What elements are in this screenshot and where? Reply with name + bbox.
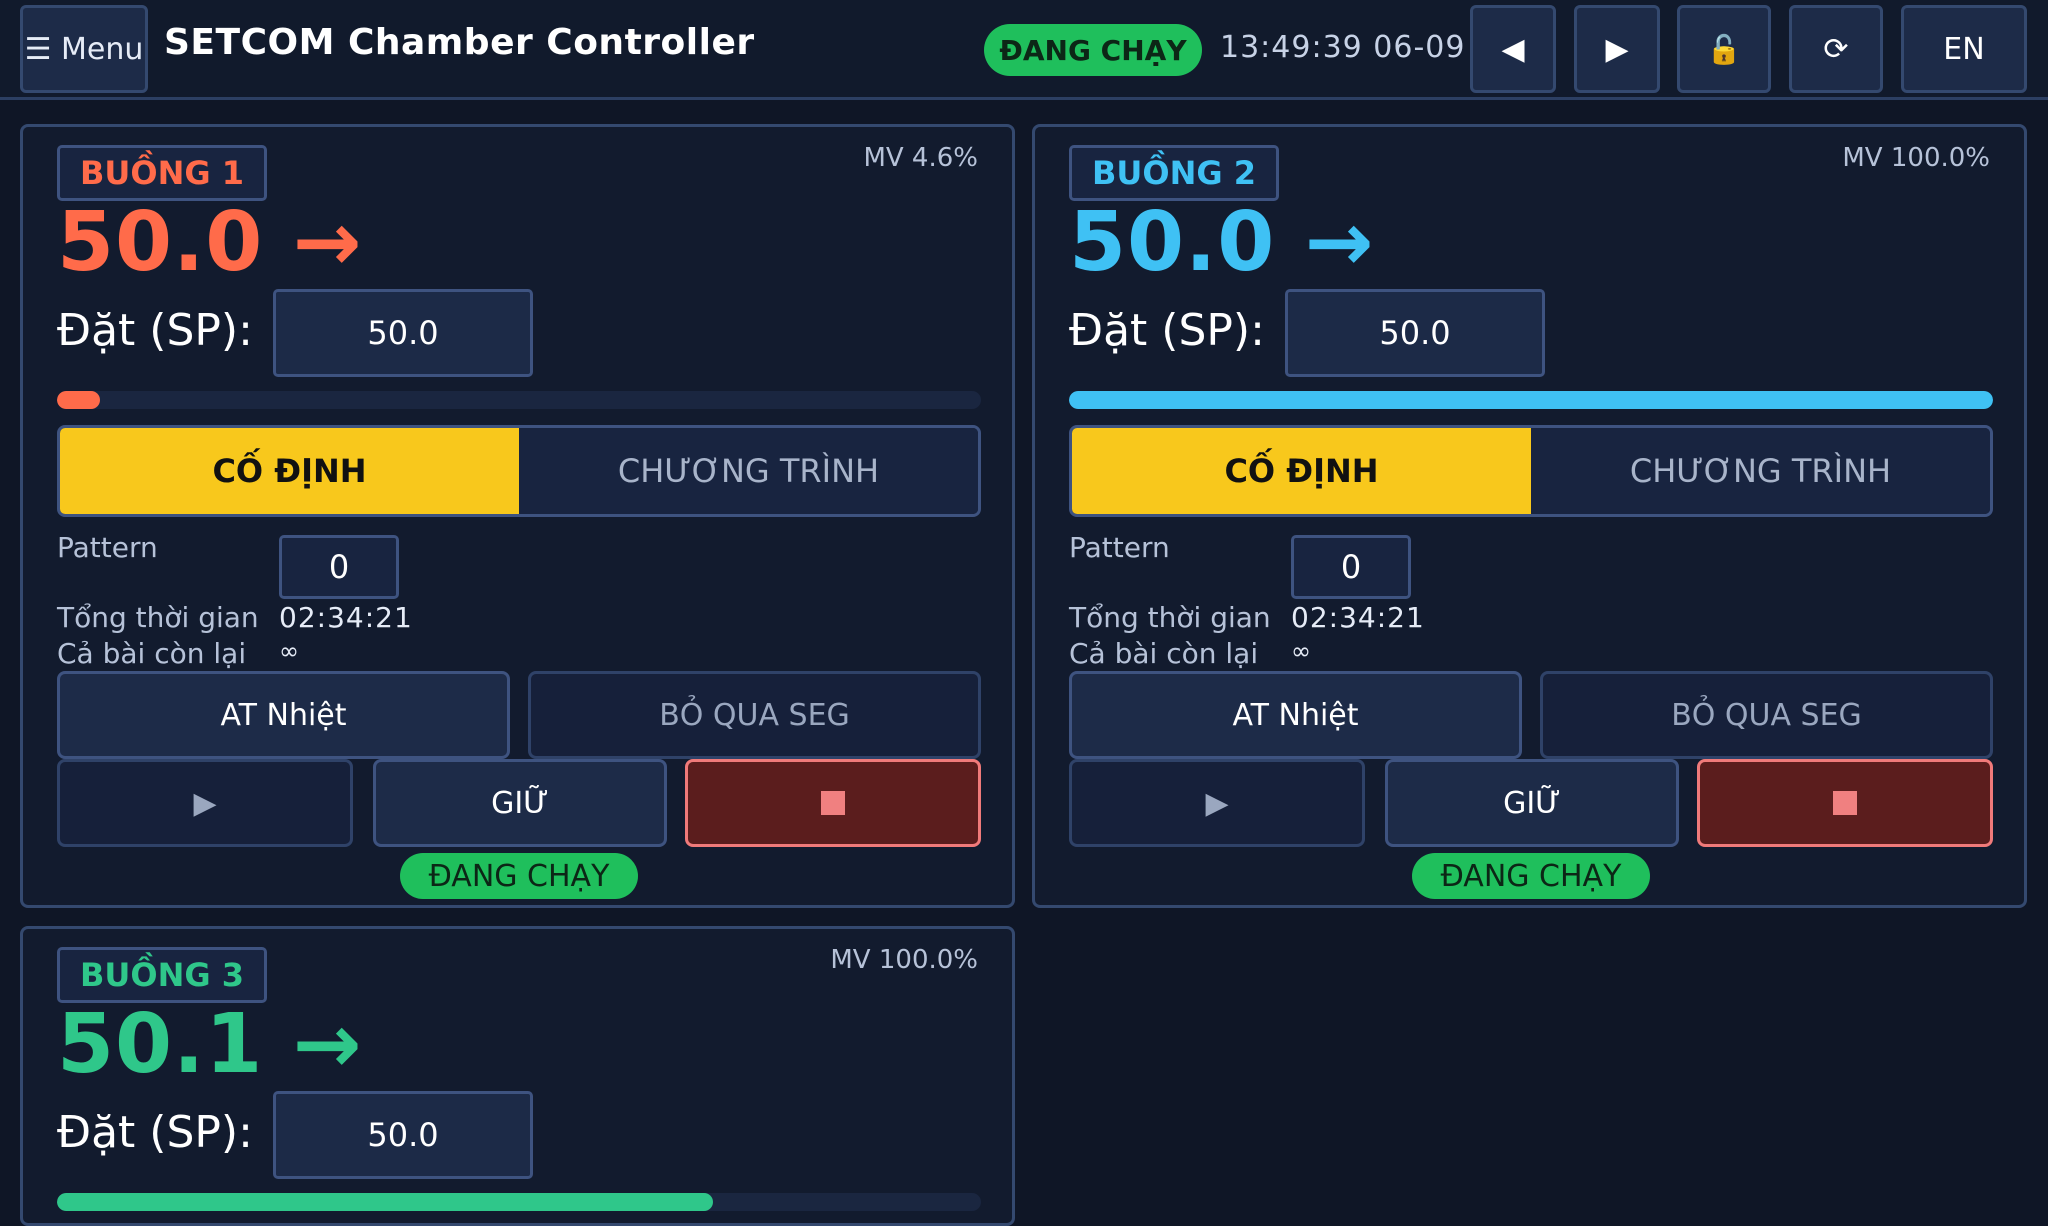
skip-segment-button[interactable]: BỎ QUA SEG bbox=[1540, 671, 1993, 759]
pattern-input[interactable]: 0 bbox=[279, 535, 399, 599]
mv-readout: MV 4.6% bbox=[863, 143, 978, 173]
top-bar: ☰ Menu SETCOM Chamber Controller ĐANG CH… bbox=[0, 0, 2048, 100]
chamber-status-badge: ĐANG CHẠY bbox=[400, 853, 638, 899]
process-value: 50.0 → bbox=[57, 195, 363, 290]
stop-icon bbox=[821, 791, 845, 815]
chamber-panel-2: BUỒNG 2 MV 100.0% 50.0 → Đặt (SP): 50.0 … bbox=[1032, 124, 2027, 908]
triangle-right-icon: ▶ bbox=[1605, 31, 1629, 67]
app-title: SETCOM Chamber Controller bbox=[164, 22, 755, 63]
chamber-name: BUỒNG 3 bbox=[57, 947, 267, 1003]
clock-display: 13:49:39 06-09 bbox=[1220, 30, 1466, 65]
output-bar-fill bbox=[57, 1193, 714, 1211]
triangle-left-icon: ◀ bbox=[1501, 31, 1525, 67]
mode-toggle: CỐ ĐỊNH CHƯƠNG TRÌNH bbox=[57, 425, 981, 517]
language-label: EN bbox=[1943, 31, 1985, 67]
total-time-label: Tổng thời gian bbox=[57, 601, 259, 634]
run-button[interactable]: ▶ bbox=[57, 759, 353, 847]
chamber-status-badge: ĐANG CHẠY bbox=[1412, 853, 1650, 899]
previous-button[interactable]: ◀ bbox=[1470, 5, 1556, 93]
language-button[interactable]: EN bbox=[1901, 5, 2027, 93]
mode-program-button[interactable]: CHƯƠNG TRÌNH bbox=[519, 428, 978, 514]
lock-button[interactable]: 🔓 bbox=[1677, 5, 1771, 93]
setpoint-input[interactable]: 50.0 bbox=[273, 1091, 533, 1179]
remaining-label: Cả bài còn lại bbox=[1069, 637, 1259, 670]
mode-fixed-button[interactable]: CỐ ĐỊNH bbox=[60, 428, 519, 514]
chamber-name: BUỒNG 1 bbox=[57, 145, 267, 201]
output-bar bbox=[57, 1193, 981, 1211]
total-time-value: 02:34:21 bbox=[279, 601, 413, 634]
output-bar bbox=[1069, 391, 1993, 409]
play-icon: ▶ bbox=[1205, 785, 1229, 821]
remaining-value: ∞ bbox=[279, 637, 300, 665]
remaining-value: ∞ bbox=[1291, 637, 1312, 665]
menu-button[interactable]: ☰ Menu bbox=[20, 5, 148, 93]
hold-button[interactable]: GIỮ bbox=[1385, 759, 1679, 847]
setpoint-label: Đặt (SP): bbox=[1069, 305, 1265, 356]
pattern-label: Pattern bbox=[1069, 531, 1170, 564]
skip-segment-button[interactable]: BỎ QUA SEG bbox=[528, 671, 981, 759]
next-button[interactable]: ▶ bbox=[1574, 5, 1660, 93]
play-icon: ▶ bbox=[193, 785, 217, 821]
setpoint-label: Đặt (SP): bbox=[57, 305, 253, 356]
setpoint-input[interactable]: 50.0 bbox=[1285, 289, 1545, 377]
setpoint-label: Đặt (SP): bbox=[57, 1107, 253, 1158]
process-value: 50.0 → bbox=[1069, 195, 1375, 290]
chamber-name: BUỒNG 2 bbox=[1069, 145, 1279, 201]
chamber-panel-3: BUỒNG 3 MV 100.0% 50.1 → Đặt (SP): 50.0 bbox=[20, 926, 1015, 1226]
output-bar bbox=[57, 391, 981, 409]
hold-button[interactable]: GIỮ bbox=[373, 759, 667, 847]
mv-readout: MV 100.0% bbox=[1842, 143, 1990, 173]
output-bar-fill bbox=[1069, 391, 1993, 409]
stop-button[interactable] bbox=[685, 759, 981, 847]
output-bar-fill bbox=[57, 391, 100, 409]
total-time-label: Tổng thời gian bbox=[1069, 601, 1271, 634]
mode-fixed-button[interactable]: CỐ ĐỊNH bbox=[1072, 428, 1531, 514]
stop-button[interactable] bbox=[1697, 759, 1993, 847]
refresh-icon: ⟳ bbox=[1823, 31, 1849, 67]
pattern-input[interactable]: 0 bbox=[1291, 535, 1411, 599]
mv-readout: MV 100.0% bbox=[830, 945, 978, 975]
pattern-label: Pattern bbox=[57, 531, 158, 564]
menu-label: ☰ Menu bbox=[24, 31, 144, 67]
total-time-value: 02:34:21 bbox=[1291, 601, 1425, 634]
chamber-panel-1: BUỒNG 1 MV 4.6% 50.0 → Đặt (SP): 50.0 CỐ… bbox=[20, 124, 1015, 908]
auto-tune-button[interactable]: AT Nhiệt bbox=[57, 671, 510, 759]
mode-program-button[interactable]: CHƯƠNG TRÌNH bbox=[1531, 428, 1990, 514]
unlock-icon: 🔓 bbox=[1706, 32, 1742, 66]
setpoint-input[interactable]: 50.0 bbox=[273, 289, 533, 377]
stop-icon bbox=[1833, 791, 1857, 815]
remaining-label: Cả bài còn lại bbox=[57, 637, 247, 670]
process-value: 50.1 → bbox=[57, 997, 363, 1092]
run-status-badge: ĐANG CHẠY bbox=[984, 24, 1202, 76]
run-button[interactable]: ▶ bbox=[1069, 759, 1365, 847]
auto-tune-button[interactable]: AT Nhiệt bbox=[1069, 671, 1522, 759]
mode-toggle: CỐ ĐỊNH CHƯƠNG TRÌNH bbox=[1069, 425, 1993, 517]
refresh-button[interactable]: ⟳ bbox=[1789, 5, 1883, 93]
